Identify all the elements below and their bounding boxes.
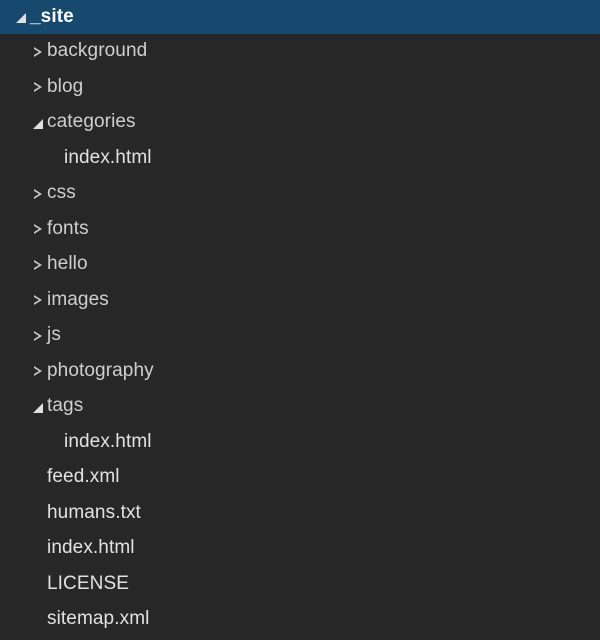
- triangle-right-icon[interactable]: [29, 354, 47, 389]
- tree-item-label: humans.txt: [47, 501, 141, 523]
- tree-item-label: index.html: [47, 537, 135, 559]
- tree-folder-row[interactable]: tags: [0, 389, 600, 425]
- triangle-down-icon[interactable]: [29, 389, 47, 424]
- tree-item-label: index.html: [64, 146, 152, 168]
- tree-item-label: blog: [47, 75, 84, 97]
- tree-file-row[interactable]: sitemap.xml: [0, 602, 600, 638]
- triangle-right-icon[interactable]: [29, 283, 47, 318]
- tree-file-row[interactable]: index.html: [0, 425, 600, 461]
- tree-item-label: _site: [30, 5, 74, 27]
- file-tree[interactable]: _site background blog categories index.html c…: [0, 0, 600, 640]
- tree-file-row[interactable]: feed.xml: [0, 460, 600, 496]
- tree-item-label: fonts: [47, 217, 89, 239]
- tree-item-label: feed.xml: [47, 466, 120, 488]
- triangle-right-icon[interactable]: [29, 318, 47, 353]
- tree-item-label: sitemap.xml: [47, 608, 150, 630]
- tree-item-label: js: [47, 324, 61, 346]
- tree-folder-row[interactable]: js: [0, 318, 600, 354]
- tree-folder-row[interactable]: fonts: [0, 212, 600, 248]
- triangle-down-icon[interactable]: [29, 105, 47, 140]
- triangle-right-icon[interactable]: [29, 34, 47, 69]
- tree-item-label: background: [47, 40, 148, 62]
- tree-item-label: css: [47, 182, 76, 204]
- tree-file-row[interactable]: index.html: [0, 141, 600, 177]
- tree-item-label: LICENSE: [47, 572, 130, 594]
- tree-item-label: images: [47, 288, 109, 310]
- tree-folder-row[interactable]: images: [0, 283, 600, 319]
- triangle-right-icon[interactable]: [29, 212, 47, 247]
- tree-folder-row[interactable]: hello: [0, 247, 600, 283]
- tree-folder-row[interactable]: _site: [0, 0, 600, 34]
- tree-item-label: photography: [47, 359, 154, 381]
- triangle-right-icon[interactable]: [29, 176, 47, 211]
- tree-folder-row[interactable]: photography: [0, 354, 600, 390]
- tree-item-label: categories: [47, 111, 136, 133]
- tree-item-label: hello: [47, 253, 88, 275]
- tree-file-row[interactable]: index.html: [0, 531, 600, 567]
- tree-item-label: index.html: [64, 430, 152, 452]
- triangle-right-icon[interactable]: [29, 247, 47, 282]
- tree-file-row[interactable]: LICENSE: [0, 567, 600, 603]
- tree-file-row[interactable]: humans.txt: [0, 496, 600, 532]
- tree-item-label: tags: [47, 395, 84, 417]
- tree-folder-row[interactable]: background: [0, 34, 600, 70]
- tree-folder-row[interactable]: categories: [0, 105, 600, 141]
- tree-folder-row[interactable]: css: [0, 176, 600, 212]
- triangle-down-icon[interactable]: [12, 0, 30, 35]
- tree-folder-row[interactable]: blog: [0, 70, 600, 106]
- triangle-right-icon[interactable]: [29, 70, 47, 105]
